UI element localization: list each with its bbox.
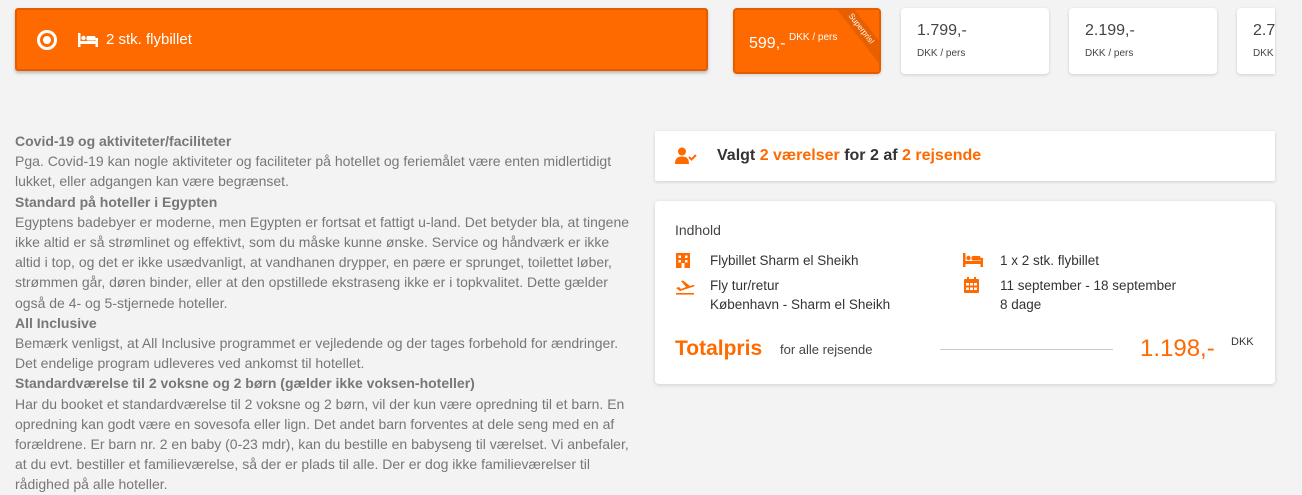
- room-option-selected[interactable]: 2 stk. flybillet: [15, 8, 708, 71]
- section-body: Bemærk venligst, at All Inclusive progra…: [15, 335, 619, 372]
- bed-icon: [963, 253, 983, 267]
- selection-text: Valgt 2 værelser for 2 af 2 rejsende: [717, 147, 981, 165]
- price-card-selected[interactable]: 599,- DKK / pers Superpris!: [733, 8, 881, 74]
- section-heading: All Inclusive: [15, 314, 97, 331]
- flight-route: København - Sharm el Sheikh: [710, 297, 891, 312]
- price-card-partial[interactable]: 2.7 DKK: [1237, 8, 1275, 74]
- selection-summary: Valgt 2 værelser for 2 af 2 rejsende: [655, 131, 1275, 181]
- hotel-icon: [676, 253, 690, 268]
- selected-travelers: 2 rejsende: [902, 147, 982, 164]
- user-check-icon: [675, 147, 697, 164]
- room-option-label: 2 stk. flybillet: [106, 31, 192, 48]
- divider: [940, 349, 1113, 350]
- selected-rooms: 2 værelser: [759, 147, 840, 164]
- calendar-icon: [964, 277, 979, 293]
- section-heading: Standardværelse til 2 voksne og 2 børn (…: [15, 375, 475, 392]
- plane-icon: [676, 280, 695, 295]
- price-unit: DKK / pers: [1085, 48, 1134, 59]
- section-heading: Standard på hoteller i Egypten: [15, 193, 218, 210]
- price-unit: DKK / pers: [789, 32, 838, 43]
- section-body: Egyptens badebyer er moderne, men Egypte…: [15, 213, 630, 311]
- price-amount: 2.199,-: [1085, 22, 1135, 39]
- booking-content: Indhold Flybillet Sharm el Sheikh Fly tu…: [655, 201, 1275, 384]
- travel-dates: 11 september - 18 september: [1000, 278, 1177, 293]
- hotel-description: Covid-19 og aktiviteter/faciliteter Pga.…: [15, 131, 635, 495]
- flight-type: Fly tur/retur: [710, 278, 780, 293]
- total-label: Totalpris: [675, 337, 763, 360]
- radio-selected-icon[interactable]: [37, 29, 57, 50]
- superpris-badge: Superpris!: [830, 10, 879, 65]
- price-amount: 599,-: [749, 35, 786, 52]
- selection-middle: for 2 af: [844, 147, 898, 164]
- hotel-name: Flybillet Sharm el Sheikh: [710, 253, 859, 268]
- room-count: 1 x 2 stk. flybillet: [1000, 253, 1100, 268]
- price-card[interactable]: 2.199,- DKK / pers: [1069, 8, 1217, 74]
- selection-prefix: Valgt: [717, 147, 756, 164]
- total-subtitle: for alle rejsende: [780, 342, 873, 357]
- price-card[interactable]: 1.799,- DKK / pers: [901, 8, 1049, 74]
- section-body: Har du booket et standardværelse til 2 v…: [15, 395, 629, 493]
- price-amount: 2.7: [1253, 22, 1275, 39]
- section-body: Pga. Covid-19 kan nogle aktiviteter og f…: [15, 153, 612, 190]
- section-heading: Covid-19 og aktiviteter/faciliteter: [15, 133, 232, 149]
- bed-icon: [78, 32, 98, 47]
- content-title: Indhold: [675, 222, 721, 238]
- total-amount: 1.198,-: [1140, 335, 1215, 362]
- price-amount: 1.799,-: [917, 22, 967, 39]
- price-unit: DKK / pers: [917, 48, 966, 59]
- price-unit: DKK: [1253, 48, 1274, 59]
- travel-duration: 8 dage: [1000, 297, 1042, 312]
- total-currency: DKK: [1231, 336, 1254, 348]
